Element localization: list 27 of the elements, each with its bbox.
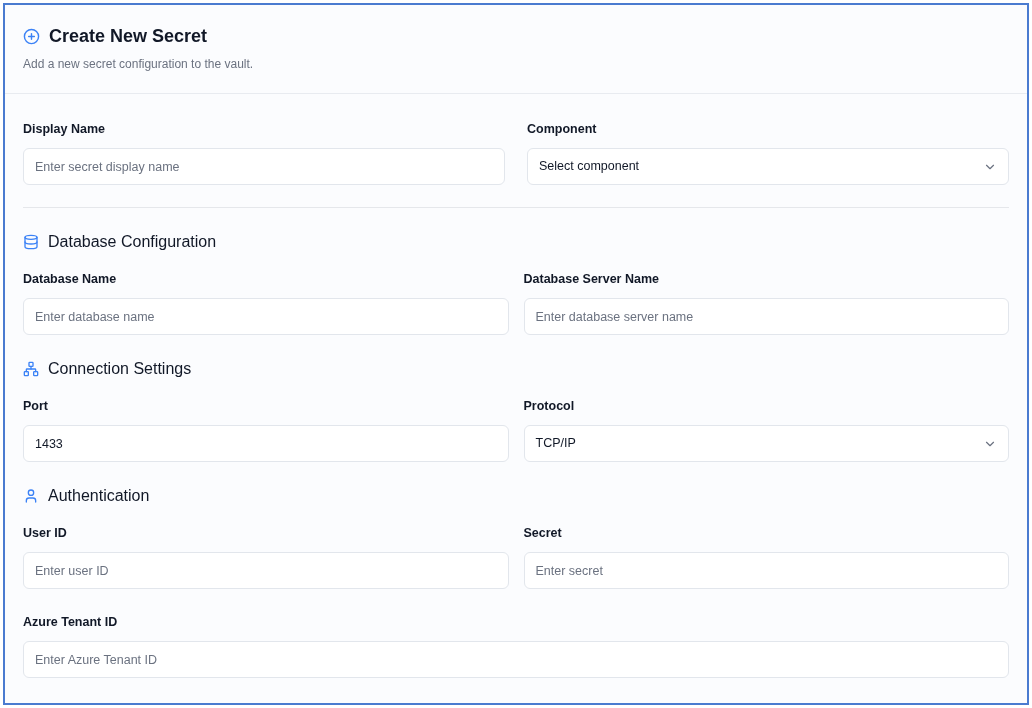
select-field[interactable]: Select component [527, 148, 1009, 185]
field-label: Display Name [23, 121, 106, 138]
field-label: Secret [523, 525, 563, 542]
text-field[interactable]: Enter user ID [23, 552, 509, 589]
text-field[interactable]: Enter secret display name [23, 148, 505, 185]
text-field[interactable]: Enter database name [23, 298, 509, 335]
database-icon [23, 234, 39, 250]
section-title: Connection Settings [48, 359, 192, 379]
select-field[interactable]: TCP/IP [523, 425, 1009, 462]
text-field[interactable]: 1433 [23, 425, 509, 462]
text-field[interactable]: Enter secret [523, 552, 1009, 589]
field-label: Protocol [523, 398, 576, 415]
field-label: Database Name [23, 271, 118, 288]
plus-circle-icon [23, 27, 40, 45]
section-title: Database Configuration [48, 232, 217, 252]
field-label: Port [23, 398, 49, 415]
section-title: Authentication [48, 486, 150, 506]
text-field[interactable]: Enter database server name [523, 298, 1009, 335]
network-icon [23, 361, 39, 377]
field-label: Database Server Name [523, 271, 660, 288]
field-label: Azure Tenant ID [23, 614, 119, 631]
form-title: Create New Secret [49, 25, 208, 47]
field-label: Component [527, 121, 598, 138]
user-icon [23, 488, 39, 504]
form-subtitle: Add a new secret configuration to the vault. [23, 56, 255, 73]
field-label: User ID [23, 525, 68, 542]
text-field[interactable]: Enter Azure Tenant ID [23, 641, 1009, 678]
